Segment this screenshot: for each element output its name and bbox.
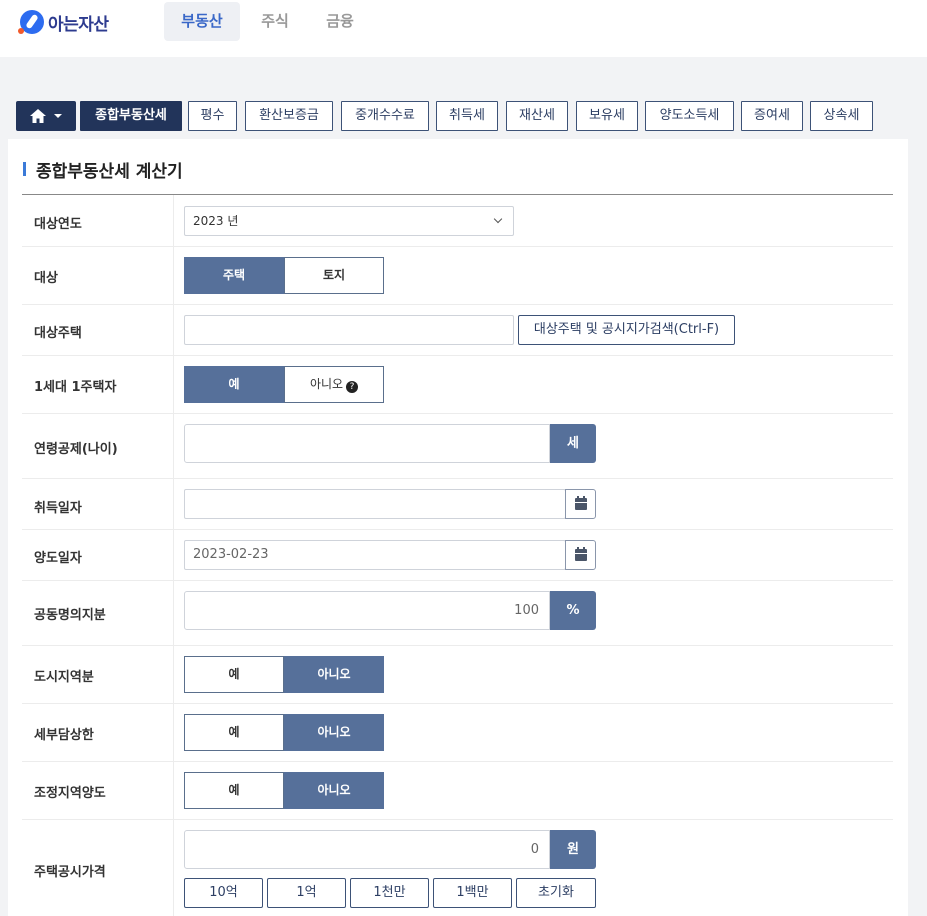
urban-yes-button[interactable]: 예 (184, 656, 284, 693)
tax-cap-label: 세부담상한 (34, 728, 94, 743)
tab-pyeong[interactable]: 평수 (188, 101, 237, 131)
target-house-button[interactable]: 주택 (184, 257, 284, 294)
nav-tab-stock[interactable]: 주식 (250, 2, 300, 41)
adjusted-area-yes-button[interactable]: 예 (184, 772, 284, 809)
divider (22, 761, 893, 762)
home-icon (30, 109, 46, 123)
divider (22, 703, 893, 704)
divider (22, 819, 893, 820)
add-1b-button[interactable]: 10억 (184, 878, 263, 908)
add-1m-button[interactable]: 1백만 (433, 878, 512, 908)
target-label: 대상 (34, 271, 58, 286)
chevron-down-icon (54, 114, 62, 118)
divider (22, 529, 893, 530)
tab-comprehensive-tax[interactable]: 종합부동산세 (80, 101, 182, 131)
year-select[interactable]: 2023 년 (184, 206, 514, 236)
transfer-date-calendar-button[interactable] (565, 540, 596, 570)
tab-deposit[interactable]: 환산보증금 (245, 101, 333, 131)
house-input[interactable] (184, 315, 514, 345)
target-land-button[interactable]: 토지 (284, 257, 384, 294)
divider (22, 580, 893, 581)
age-label: 연령공제(나이) (34, 442, 118, 457)
year-value: 2023 년 (193, 214, 239, 228)
transfer-date-label: 양도일자 (34, 551, 82, 566)
acquire-date-label: 취득일자 (34, 501, 82, 516)
price-input[interactable]: 0 (184, 830, 550, 869)
divider (22, 304, 893, 305)
transfer-date-input[interactable]: 2023-02-23 (184, 540, 566, 570)
divider (22, 194, 893, 195)
help-icon[interactable]: ? (346, 381, 359, 393)
divider (22, 246, 893, 247)
top-bar: 아는자산 부동산 주식 금융 (0, 0, 927, 57)
tax-cap-yes-button[interactable]: 예 (184, 714, 284, 751)
urban-no-button[interactable]: 아니오 (284, 656, 384, 693)
price-label: 주택공시가격 (34, 865, 106, 880)
divider (22, 645, 893, 646)
joint-share-unit: % (550, 591, 596, 630)
chevron-down-icon (493, 214, 503, 224)
divider (22, 355, 893, 356)
brand-logo[interactable]: 아는자산 (18, 9, 109, 35)
tax-cap-no-button[interactable]: 아니오 (284, 714, 384, 751)
reset-button[interactable]: 초기화 (516, 878, 596, 908)
divider (22, 413, 893, 414)
joint-share-input[interactable]: 100 (184, 591, 550, 630)
acquire-date-input[interactable] (184, 489, 566, 519)
tab-gift-tax[interactable]: 증여세 (741, 101, 803, 131)
tab-property-tax[interactable]: 재산세 (506, 101, 568, 131)
joint-share-label: 공동명의지분 (34, 608, 106, 623)
adjusted-area-label: 조정지역양도 (34, 786, 106, 801)
one-house-no-label: 아니오 (309, 377, 344, 391)
adjusted-area-no-button[interactable]: 아니오 (284, 772, 384, 809)
calendar-icon (575, 547, 587, 561)
year-label: 대상연도 (34, 217, 82, 232)
tab-inheritance-tax[interactable]: 상속세 (810, 101, 873, 131)
age-unit: 세 (550, 424, 596, 463)
acquire-date-calendar-button[interactable] (565, 489, 596, 519)
house-label: 대상주택 (34, 326, 82, 341)
brand-name: 아는자산 (48, 14, 109, 35)
add-10m-button[interactable]: 1천만 (350, 878, 429, 908)
title-accent (23, 162, 26, 176)
price-unit: 원 (550, 830, 596, 869)
tab-holding-tax[interactable]: 보유세 (576, 101, 638, 131)
age-input[interactable] (184, 424, 550, 463)
nav-tab-realestate[interactable]: 부동산 (164, 2, 240, 41)
house-search-button[interactable]: 대상주택 및 공시지가검색(Ctrl-F) (518, 315, 735, 345)
tab-capital-gains-tax[interactable]: 양도소득세 (645, 101, 734, 131)
calendar-icon (575, 496, 587, 510)
page-title: 종합부동산세 계산기 (36, 162, 183, 182)
one-house-no-button[interactable]: 아니오? (284, 366, 384, 403)
nav-tab-finance[interactable]: 금융 (315, 2, 365, 41)
home-menu-button[interactable] (16, 101, 76, 131)
urban-label: 도시지역분 (34, 670, 94, 685)
divider (22, 478, 893, 479)
tab-brokerage[interactable]: 중개수수료 (341, 101, 429, 131)
one-house-yes-button[interactable]: 예 (184, 366, 284, 403)
tab-acquisition-tax[interactable]: 취득세 (436, 101, 498, 131)
logo-icon (18, 10, 44, 34)
one-house-label: 1세대 1주택자 (34, 380, 117, 395)
calculator-panel (8, 139, 908, 916)
add-100m-button[interactable]: 1억 (267, 878, 346, 908)
